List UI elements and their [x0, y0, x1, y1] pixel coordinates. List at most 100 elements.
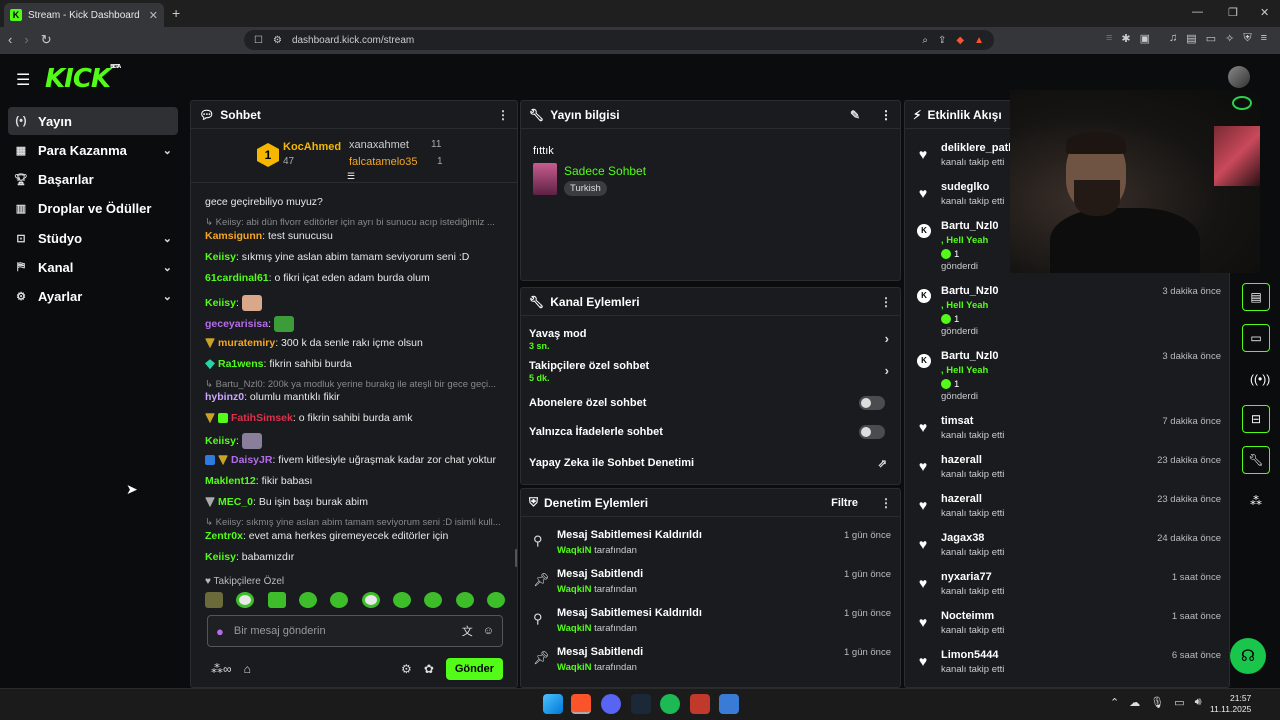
chat-username[interactable]: Zentr0x — [205, 530, 243, 542]
reload-icon[interactable]: ↻ — [41, 32, 52, 48]
chat-message[interactable]: Keiisy: babamızdır — [205, 551, 505, 564]
sidebar-item-para-kazanma[interactable]: ▦ Para Kazanma ⌄ — [8, 136, 178, 164]
activity-item[interactable]: K Bartu_Nzl0 3 dakika önce , Hell Yeah 1 gönd… — [913, 285, 1223, 343]
activity-user[interactable]: Limon5444 — [941, 649, 998, 661]
chat-message[interactable]: MEC_0: Bu işin başı burak abim — [205, 496, 505, 509]
new-tab-icon[interactable]: + — [172, 5, 180, 21]
moderation-entry[interactable]: ⚲ Mesaj Sabitlemesi Kaldırıldı WaqkiN ta… — [533, 529, 891, 565]
close-window-icon[interactable]: ✕ — [1260, 6, 1269, 19]
chat-username[interactable]: FatihSimsek — [231, 412, 293, 424]
maximize-icon[interactable]: ❐ — [1228, 6, 1238, 19]
chat-settings-icon[interactable]: ⚙ — [401, 662, 412, 676]
steam-icon[interactable] — [631, 694, 651, 714]
sidebar-item-ayarlar[interactable]: ⚙ Ayarlar ⌄ — [8, 282, 178, 310]
integrations-icon[interactable]: ⁂ — [1250, 494, 1262, 508]
chat-username[interactable]: DaisyJR — [231, 454, 272, 466]
chat-username[interactable]: Keiisy — [205, 251, 236, 263]
activity-user[interactable]: deliklere_patla — [941, 142, 1017, 154]
settings-app-icon[interactable] — [719, 694, 739, 714]
chat-username[interactable]: 61cardinal61 — [205, 272, 269, 284]
sidebar-item-yayin[interactable]: (•) Yayın — [8, 107, 178, 135]
reply-preview[interactable]: ↳ Bartu_Nzl0: 200k ya modluk yerine bura… — [205, 378, 505, 391]
microphone-icon[interactable]: ● — [216, 624, 224, 639]
activity-user[interactable]: sudeglko — [941, 181, 989, 193]
sidebar-item-basarilar[interactable]: 🏆︎ Başarılar — [8, 165, 178, 193]
chat-message[interactable]: 61cardinal61: o fikri içat eden adam bur… — [205, 272, 505, 285]
chat-username[interactable]: Maklent12 — [205, 475, 256, 487]
chat-message[interactable]: FatihSimsek: o fikrin sahibi burda amk — [205, 412, 505, 425]
moderator-name[interactable]: WaqkiN — [557, 623, 591, 634]
moderation-entry[interactable]: 📌︎ Mesaj Sabitlendi WaqkiN tarafından 1 … — [533, 568, 891, 604]
emote-icon[interactable] — [236, 592, 255, 608]
sidebar-item-studyo[interactable]: ⊡ Stüdyo ⌄ — [8, 224, 178, 252]
chat-message[interactable]: DaisyJR: fivem kitlesiyle uğraşmak kadar… — [205, 454, 505, 467]
chat-message[interactable]: Keiisy: — [205, 431, 505, 451]
activity-item[interactable]: ♥ Jagax38 24 dakika önce kanalı takip etti — [913, 532, 1223, 570]
chat-message[interactable]: hybinz0: olumlu mantıklı fikir — [205, 391, 505, 404]
chat-message[interactable]: geceyarisisa: — [205, 314, 505, 334]
leo-ai-icon[interactable]: ✧ — [1225, 32, 1234, 45]
activity-user[interactable]: Bartu_Nzl0 — [941, 220, 998, 232]
sidebar-icon[interactable]: ▤ — [1186, 32, 1196, 45]
screenshot-icon[interactable]: ▣ — [1140, 32, 1150, 45]
ai-moderation-row[interactable]: Yapay Zeka ile Sohbet Denetimi ⇗ — [529, 457, 893, 470]
chat-username[interactable]: geceyarisisa — [205, 318, 268, 330]
emote-icon[interactable] — [486, 592, 505, 608]
emote-icon[interactable] — [330, 592, 349, 608]
chat-username[interactable]: Keiisy — [205, 297, 236, 309]
category-link[interactable]: Sadece Sohbet — [564, 164, 646, 178]
brave-shield-icon[interactable]: ◆ — [956, 35, 964, 46]
share-icon[interactable]: ⇪ — [938, 35, 946, 46]
activity-item[interactable]: ♥ timsat 7 dakika önce kanalı takip etti — [913, 415, 1223, 453]
emote-icon[interactable] — [455, 592, 474, 608]
activity-user[interactable]: Bartu_Nzl0 — [941, 350, 998, 362]
subscribers-only-toggle[interactable] — [859, 396, 885, 410]
zoom-icon[interactable]: ⌕ — [922, 35, 928, 46]
activity-item[interactable]: K Bartu_Nzl0 3 dakika önce , Hell Yeah 1 gönd… — [913, 350, 1223, 408]
mic-tray-icon[interactable]: 🎙︎ — [1150, 696, 1164, 709]
activity-item[interactable]: ♥ nyxaria77 1 saat önce kanalı takip etti — [913, 571, 1223, 609]
third-gifter-name[interactable]: falcatamelo35 — [349, 156, 418, 168]
brave-browser-icon[interactable] — [571, 694, 591, 714]
chat-message[interactable]: Maklent12: fikir babası — [205, 475, 505, 488]
reply-preview[interactable]: ↳ Keiisy: sıkmış yine aslan abim tamam s… — [205, 516, 505, 529]
translate-icon[interactable]: 文 — [462, 623, 473, 639]
emote-icon[interactable] — [361, 592, 380, 608]
filter-button[interactable]: Filtre — [831, 497, 858, 509]
chat-username[interactable]: hybinz0 — [205, 391, 244, 403]
music-icon[interactable]: ♫ — [1169, 32, 1177, 45]
kick-logo[interactable]: KICKBETA — [45, 64, 121, 94]
mod-view-button[interactable]: ⊟ — [1242, 405, 1270, 433]
moderator-name[interactable]: WaqkiN — [557, 662, 591, 673]
chat-input[interactable]: ● Bir mesaj gönderin 文 ☺ — [207, 615, 503, 647]
browser-tab[interactable]: K Stream - Kick Dashboard ✕ — [4, 3, 164, 27]
moderation-entry[interactable]: ⚲ Mesaj Sabitlemesi Kaldırıldı WaqkiN ta… — [533, 607, 891, 643]
chat-message[interactable]: gece geçirebiliyo muyuz? — [205, 196, 505, 209]
url-text[interactable]: dashboard.kick.com/stream — [292, 35, 912, 46]
chat-username[interactable]: Keiisy — [205, 435, 236, 447]
chat-message[interactable]: Keiisy: sıkmış yine aslan abim tamam sev… — [205, 251, 505, 264]
site-info-icon[interactable]: ⚙ — [273, 35, 282, 46]
vpn-icon[interactable]: ⛨ — [1243, 32, 1251, 45]
slow-mode-row[interactable]: Yavaş mod 3 sn. › — [529, 328, 893, 351]
store-icon[interactable]: ⌂ — [244, 662, 251, 676]
chat-username[interactable]: muratemiry — [218, 337, 275, 349]
help-button[interactable]: ☊ — [1230, 638, 1266, 674]
tools-button[interactable]: 🔧︎ — [1242, 446, 1270, 474]
chat-scrollbar[interactable] — [515, 549, 517, 567]
send-button[interactable]: Gönder — [445, 658, 503, 680]
emote-icon[interactable] — [298, 592, 317, 608]
followers-only-row[interactable]: Takipçilere özel sohbet 5 dk. › — [529, 360, 893, 383]
back-icon[interactable]: ‹ — [8, 32, 12, 48]
activity-user[interactable]: hazerall — [941, 493, 982, 505]
chevron-up-icon[interactable]: ⌃ — [1110, 696, 1119, 709]
more-options-icon[interactable]: ⋮ — [497, 108, 509, 122]
chat-message[interactable]: Kamsigunn: test sunucusu — [205, 230, 505, 243]
forward-icon[interactable]: › — [24, 32, 28, 48]
activity-user[interactable]: Bartu_Nzl0 — [941, 285, 998, 297]
activity-item[interactable]: ♥ Nocteimm 1 saat önce kanalı takip etti — [913, 610, 1223, 648]
windows-start-icon[interactable] — [543, 694, 563, 714]
more-options-icon[interactable]: ⋮ — [880, 108, 892, 122]
minimize-icon[interactable]: — — [1192, 6, 1203, 18]
address-bar[interactable]: ☐ ⚙ dashboard.kick.com/stream ⌕ ⇪ ◆ ▲ — [244, 30, 994, 50]
